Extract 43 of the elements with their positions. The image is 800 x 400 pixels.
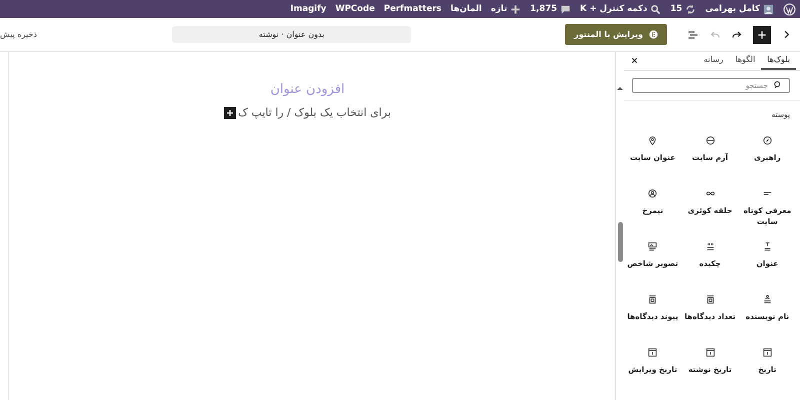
- search-icon: [773, 80, 783, 90]
- person-lines-icon[interactable]: [762, 294, 773, 305]
- admin-bar-item[interactable]: 15: [670, 4, 682, 14]
- inserter-tab[interactable]: رسانه: [698, 52, 730, 70]
- comment-link-icon[interactable]: [647, 294, 658, 305]
- image-lines-icon[interactable]: [647, 241, 658, 252]
- add-block-button[interactable]: [224, 106, 236, 118]
- paragraph-placeholder[interactable]: برای انتخاب یک بلوک / را تایپ ک: [238, 106, 391, 119]
- compass-icon[interactable]: [762, 135, 773, 146]
- admin-bar-item[interactable]: کامل بهرامی: [705, 4, 760, 14]
- admin-bar-item[interactable]: Perfmatters: [384, 4, 442, 14]
- close-icon[interactable]: [630, 56, 639, 66]
- add-block-button[interactable]: [753, 26, 771, 44]
- admin-bar-item[interactable]: 1,875: [530, 4, 558, 14]
- user-circle-icon[interactable]: [647, 188, 658, 199]
- admin-bar-item[interactable]: دکمه کنترل + K: [580, 4, 648, 14]
- admin-bar-item[interactable]: المان‌ها: [450, 4, 482, 14]
- calendar-icon[interactable]: [762, 347, 773, 358]
- inserter-tab[interactable]: الگوها: [729, 52, 762, 70]
- elementor-button[interactable]: ویرایش با المنتور: [565, 24, 667, 45]
- quote-icon[interactable]: [704, 241, 716, 252]
- inserter-tab[interactable]: بلوک‌ها: [761, 52, 796, 70]
- plus-icon: [757, 30, 767, 40]
- admin-bar-item[interactable]: WPCode: [335, 4, 375, 14]
- map-pin-icon[interactable]: [647, 135, 658, 146]
- admin-bar-item[interactable]: تازه: [490, 4, 508, 14]
- wordpress-logo-icon[interactable]: [783, 2, 796, 16]
- document-title-field[interactable]: بدون عنوان · نوشته: [172, 26, 412, 43]
- elementor-icon: [649, 30, 658, 39]
- calendar-icon[interactable]: [647, 347, 658, 358]
- plus-icon[interactable]: [510, 4, 522, 14]
- list-view-icon[interactable]: [687, 28, 699, 40]
- comment-icon[interactable]: [560, 4, 572, 14]
- calendar-icon[interactable]: [704, 347, 716, 358]
- redo-icon[interactable]: [731, 28, 743, 40]
- save-draft-button[interactable]: ذخیره پیش: [0, 30, 37, 39]
- admin-bar-item[interactable]: Imagify: [290, 4, 326, 14]
- plus-icon: [226, 108, 234, 116]
- refresh-icon[interactable]: [685, 4, 696, 14]
- comment-count-icon[interactable]: [704, 294, 716, 305]
- avatar-icon[interactable]: [763, 4, 774, 14]
- scrollbar-thumb[interactable]: [618, 222, 623, 262]
- search-icon[interactable]: [650, 4, 662, 14]
